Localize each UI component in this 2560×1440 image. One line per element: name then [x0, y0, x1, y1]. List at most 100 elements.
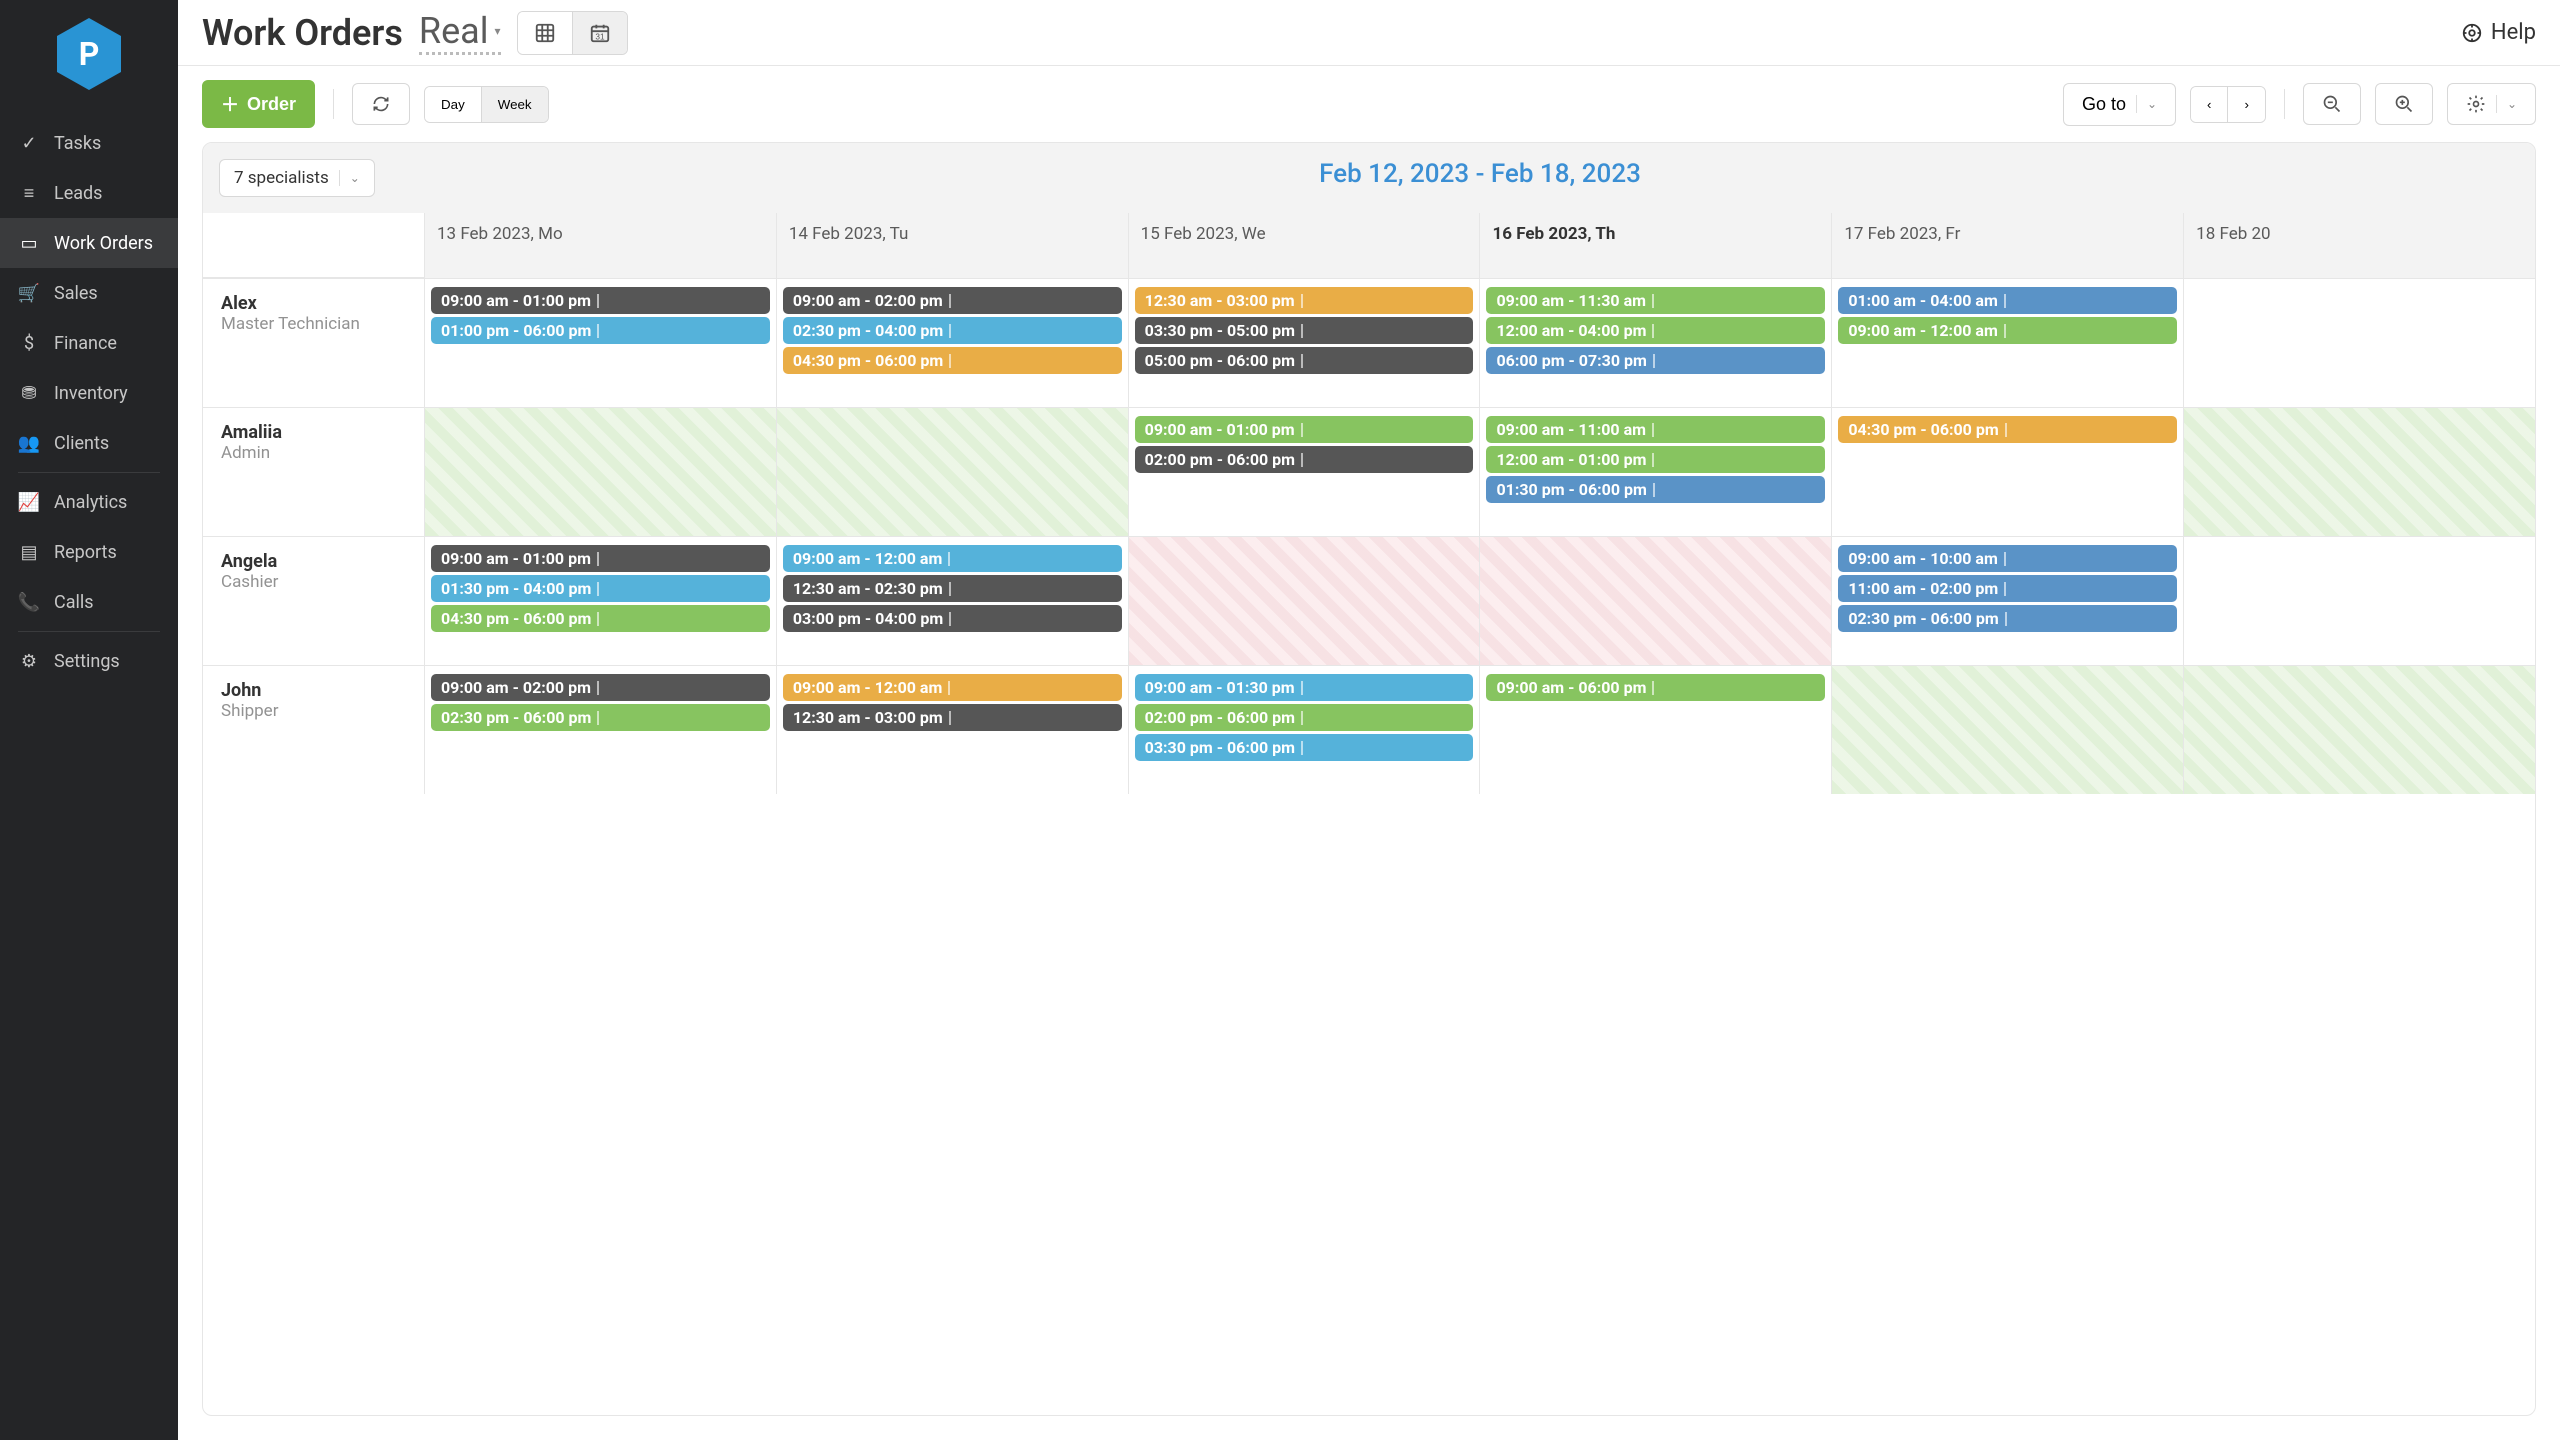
event-time: 02:30 pm - 06:00 pm [1848, 609, 1998, 628]
day-cell[interactable] [2184, 408, 2535, 536]
day-button[interactable]: Day [425, 87, 482, 122]
event[interactable]: 09:00 am - 01:00 pm [431, 545, 770, 572]
prev-button[interactable]: ‹ [2191, 87, 2228, 122]
day-cell[interactable]: 09:00 am - 11:00 am 12:00 am - 01:00 pm 01… [1480, 408, 1832, 536]
event[interactable]: 04:30 pm - 06:00 pm [1838, 416, 2177, 443]
event[interactable]: 02:30 pm - 06:00 pm [431, 704, 770, 731]
event[interactable]: 12:00 am - 04:00 pm [1486, 317, 1825, 344]
zoom-out-button[interactable] [2303, 83, 2361, 125]
day-cell[interactable]: 09:00 am - 01:00 pm 01:00 pm - 06:00 pm [425, 279, 777, 407]
sidebar-item-clients[interactable]: 👥Clients [0, 418, 178, 468]
day-cell[interactable]: 09:00 am - 12:00 am 12:30 am - 02:30 pm 03… [777, 537, 1129, 665]
sidebar-item-label: Clients [54, 433, 109, 454]
day-cell[interactable] [2184, 666, 2535, 794]
settings-button[interactable]: ⌄ [2447, 83, 2536, 125]
event[interactable]: 02:30 pm - 04:00 pm [783, 317, 1122, 344]
event[interactable]: 03:30 pm - 05:00 pm [1135, 317, 1474, 344]
event[interactable]: 09:00 am - 02:00 pm [431, 674, 770, 701]
day-cell[interactable] [1480, 537, 1832, 665]
sidebar-item-sales[interactable]: 🛒Sales [0, 268, 178, 318]
day-cell[interactable]: 09:00 am - 02:00 pm 02:30 pm - 04:00 pm 04… [777, 279, 1129, 407]
event[interactable]: 03:30 pm - 06:00 pm [1135, 734, 1474, 761]
event[interactable]: 01:00 am - 04:00 am [1838, 287, 2177, 314]
sidebar-item-analytics[interactable]: 📈Analytics [0, 477, 178, 527]
event[interactable]: 02:00 pm - 06:00 pm [1135, 446, 1474, 473]
day-cell[interactable]: 04:30 pm - 06:00 pm [1832, 408, 2184, 536]
chevron-left-icon: ‹ [2207, 97, 2211, 112]
day-cell[interactable] [425, 408, 777, 536]
zoom-in-icon [2394, 94, 2414, 114]
day-cell[interactable]: 09:00 am - 12:00 am 12:30 am - 03:00 pm [777, 666, 1129, 794]
day-cell[interactable]: 12:30 am - 03:00 pm 03:30 pm - 05:00 pm 05… [1129, 279, 1481, 407]
zoom-in-button[interactable] [2375, 83, 2433, 125]
event[interactable]: 12:00 am - 01:00 pm [1486, 446, 1825, 473]
week-button[interactable]: Week [482, 87, 548, 122]
event[interactable]: 05:00 pm - 06:00 pm [1135, 347, 1474, 374]
calendar-view-button[interactable]: 31 [573, 12, 627, 54]
event[interactable]: 02:30 pm - 06:00 pm [1838, 605, 2177, 632]
day-cell[interactable] [1129, 537, 1481, 665]
day-cell[interactable]: 09:00 am - 10:00 am 11:00 am - 02:00 pm 02… [1832, 537, 2184, 665]
help-link[interactable]: Help [2461, 20, 2536, 45]
day-cell[interactable] [2184, 279, 2535, 407]
event[interactable]: 09:00 am - 12:00 am [783, 545, 1122, 572]
help-label: Help [2491, 20, 2536, 45]
day-cell[interactable] [2184, 537, 2535, 665]
day-header: 15 Feb 2023, We [1135, 218, 1474, 248]
sidebar-item-work-orders[interactable]: ▭Work Orders [0, 218, 178, 268]
event[interactable]: 12:30 am - 03:00 pm [1135, 287, 1474, 314]
event[interactable]: 11:00 am - 02:00 pm [1838, 575, 2177, 602]
event[interactable]: 09:00 am - 11:00 am [1486, 416, 1825, 443]
event[interactable]: 09:00 am - 02:00 pm [783, 287, 1122, 314]
event-time: 03:30 pm - 06:00 pm [1145, 738, 1295, 757]
nav-icon: 🛒 [18, 282, 40, 304]
event[interactable]: 09:00 am - 12:00 am [1838, 317, 2177, 344]
day-cell[interactable]: 09:00 am - 11:30 am 12:00 am - 04:00 pm 06… [1480, 279, 1832, 407]
day-cell[interactable]: 09:00 am - 06:00 pm [1480, 666, 1832, 794]
event[interactable]: 09:00 am - 10:00 am [1838, 545, 2177, 572]
sidebar-item-reports[interactable]: ▤Reports [0, 527, 178, 577]
table-view-button[interactable] [518, 12, 573, 54]
next-button[interactable]: › [2228, 87, 2264, 122]
sidebar-item-calls[interactable]: 📞Calls [0, 577, 178, 627]
event[interactable]: 06:00 pm - 07:30 pm [1486, 347, 1825, 374]
refresh-button[interactable] [352, 83, 410, 125]
event-time: 02:00 pm - 06:00 pm [1145, 708, 1295, 727]
sidebar-item-settings[interactable]: ⚙Settings [0, 636, 178, 686]
event[interactable]: 03:00 pm - 04:00 pm [783, 605, 1122, 632]
calendar: 7 specialists ⌄ Feb 12, 2023 - Feb 18, 2… [202, 142, 2536, 1416]
event[interactable]: 09:00 am - 12:00 am [783, 674, 1122, 701]
sidebar-item-tasks[interactable]: ✓Tasks [0, 118, 178, 168]
day-cell[interactable]: 09:00 am - 02:00 pm 02:30 pm - 06:00 pm [425, 666, 777, 794]
toolbar: ＋ Order Day Week Go to ⌄ ‹ › [178, 66, 2560, 142]
event[interactable]: 09:00 am - 01:30 pm [1135, 674, 1474, 701]
goto-button[interactable]: Go to ⌄ [2063, 83, 2176, 126]
event[interactable]: 04:30 pm - 06:00 pm [431, 605, 770, 632]
day-cell[interactable] [777, 408, 1129, 536]
event[interactable]: 09:00 am - 11:30 am [1486, 287, 1825, 314]
event[interactable]: 12:30 am - 02:30 pm [783, 575, 1122, 602]
sidebar-item-inventory[interactable]: ⛃Inventory [0, 368, 178, 418]
env-switch[interactable]: Real ▾ [419, 10, 501, 55]
event-time: 06:00 pm - 07:30 pm [1496, 351, 1646, 370]
day-cell[interactable]: 09:00 am - 01:00 pm 01:30 pm - 04:00 pm 04… [425, 537, 777, 665]
sidebar-item-leads[interactable]: ≡Leads [0, 168, 178, 218]
day-cell[interactable] [1832, 666, 2184, 794]
new-order-button[interactable]: ＋ Order [202, 80, 315, 128]
event[interactable]: 04:30 pm - 06:00 pm [783, 347, 1122, 374]
event[interactable]: 01:30 pm - 04:00 pm [431, 575, 770, 602]
event[interactable]: 09:00 am - 01:00 pm [431, 287, 770, 314]
event[interactable]: 09:00 am - 06:00 pm [1486, 674, 1825, 701]
event[interactable]: 01:00 pm - 06:00 pm [431, 317, 770, 344]
day-cell[interactable]: 09:00 am - 01:30 pm 02:00 pm - 06:00 pm 03… [1129, 666, 1481, 794]
day-cell[interactable]: 01:00 am - 04:00 am 09:00 am - 12:00 am [1832, 279, 2184, 407]
event[interactable]: 12:30 am - 03:00 pm [783, 704, 1122, 731]
event-time: 12:00 am - 01:00 pm [1496, 450, 1646, 469]
event[interactable]: 09:00 am - 01:00 pm [1135, 416, 1474, 443]
day-cell[interactable]: 09:00 am - 01:00 pm 02:00 pm - 06:00 pm [1129, 408, 1481, 536]
event[interactable]: 02:00 pm - 06:00 pm [1135, 704, 1474, 731]
specialists-select[interactable]: 7 specialists ⌄ [219, 159, 375, 197]
event[interactable]: 01:30 pm - 06:00 pm [1486, 476, 1825, 503]
sidebar-item-label: Calls [54, 592, 94, 613]
sidebar-item-finance[interactable]: $Finance [0, 318, 178, 368]
